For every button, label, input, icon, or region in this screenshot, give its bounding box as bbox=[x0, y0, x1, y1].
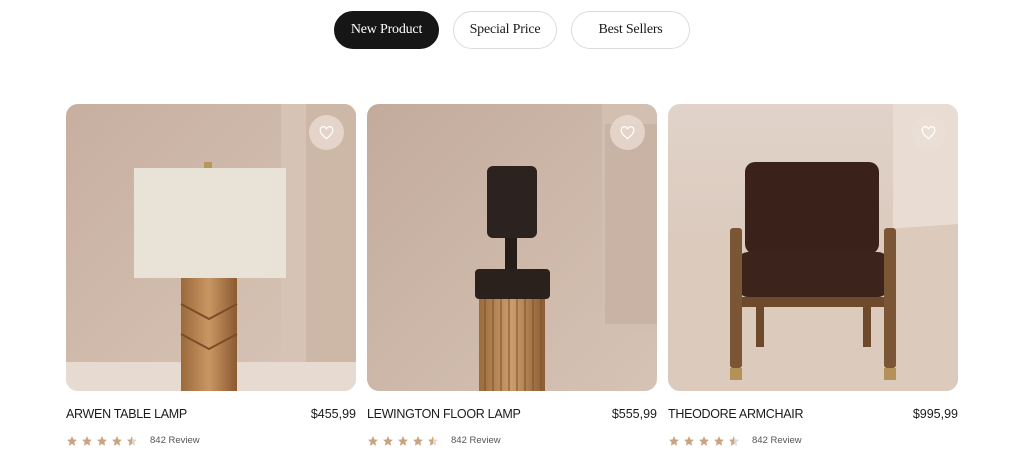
heart-outline-icon bbox=[319, 125, 334, 139]
product-filter-tabs: New Product Special Price Best Sellers bbox=[0, 11, 1026, 49]
favorite-button[interactable] bbox=[309, 115, 344, 150]
star-half-icon bbox=[428, 435, 438, 446]
favorite-button[interactable] bbox=[610, 115, 645, 150]
star-icon bbox=[97, 435, 107, 446]
product-rating: 842 Review bbox=[668, 434, 802, 447]
star-icon bbox=[82, 435, 92, 446]
tab-best-sellers[interactable]: Best Sellers bbox=[571, 11, 690, 49]
product-price: $455,99 bbox=[310, 407, 356, 421]
star-icon bbox=[398, 435, 408, 446]
star-icon bbox=[714, 435, 724, 446]
product-card-arwen-table-lamp[interactable]: ARWEN TABLE LAMP $455,99 842 Review bbox=[66, 104, 356, 446]
product-name[interactable]: THEODORE ARMCHAIR bbox=[668, 407, 804, 421]
review-count[interactable]: 842 Review bbox=[752, 435, 802, 446]
favorite-button[interactable] bbox=[911, 115, 946, 150]
review-count[interactable]: 842 Review bbox=[150, 435, 200, 446]
star-icon bbox=[383, 435, 393, 446]
product-image[interactable] bbox=[367, 104, 657, 391]
star-icon bbox=[112, 435, 122, 446]
product-price: $555,99 bbox=[611, 407, 657, 421]
star-icon bbox=[67, 435, 77, 446]
heart-outline-icon bbox=[921, 125, 936, 139]
star-icon bbox=[368, 435, 378, 446]
star-icon bbox=[684, 435, 694, 446]
star-half-icon bbox=[127, 435, 137, 446]
star-icon bbox=[699, 435, 709, 446]
star-half-icon bbox=[729, 435, 739, 446]
product-image[interactable] bbox=[66, 104, 356, 391]
heart-outline-icon bbox=[620, 125, 635, 139]
product-name[interactable]: LEWINGTON FLOOR LAMP bbox=[367, 407, 521, 421]
product-price: $995,99 bbox=[912, 407, 958, 421]
tab-special-price[interactable]: Special Price bbox=[453, 11, 557, 49]
star-icon bbox=[413, 435, 423, 446]
product-rating: 842 Review bbox=[66, 434, 200, 447]
product-rating: 842 Review bbox=[367, 434, 501, 447]
product-name[interactable]: ARWEN TABLE LAMP bbox=[66, 407, 187, 421]
tab-new-product[interactable]: New Product bbox=[334, 11, 439, 49]
product-image[interactable] bbox=[668, 104, 958, 391]
product-card-lewington-floor-lamp[interactable]: LEWINGTON FLOOR LAMP $555,99 842 Review bbox=[367, 104, 657, 446]
product-card-theodore-armchair[interactable]: THEODORE ARMCHAIR $995,99 842 Review bbox=[668, 104, 958, 446]
review-count[interactable]: 842 Review bbox=[451, 435, 501, 446]
star-icon bbox=[669, 435, 679, 446]
